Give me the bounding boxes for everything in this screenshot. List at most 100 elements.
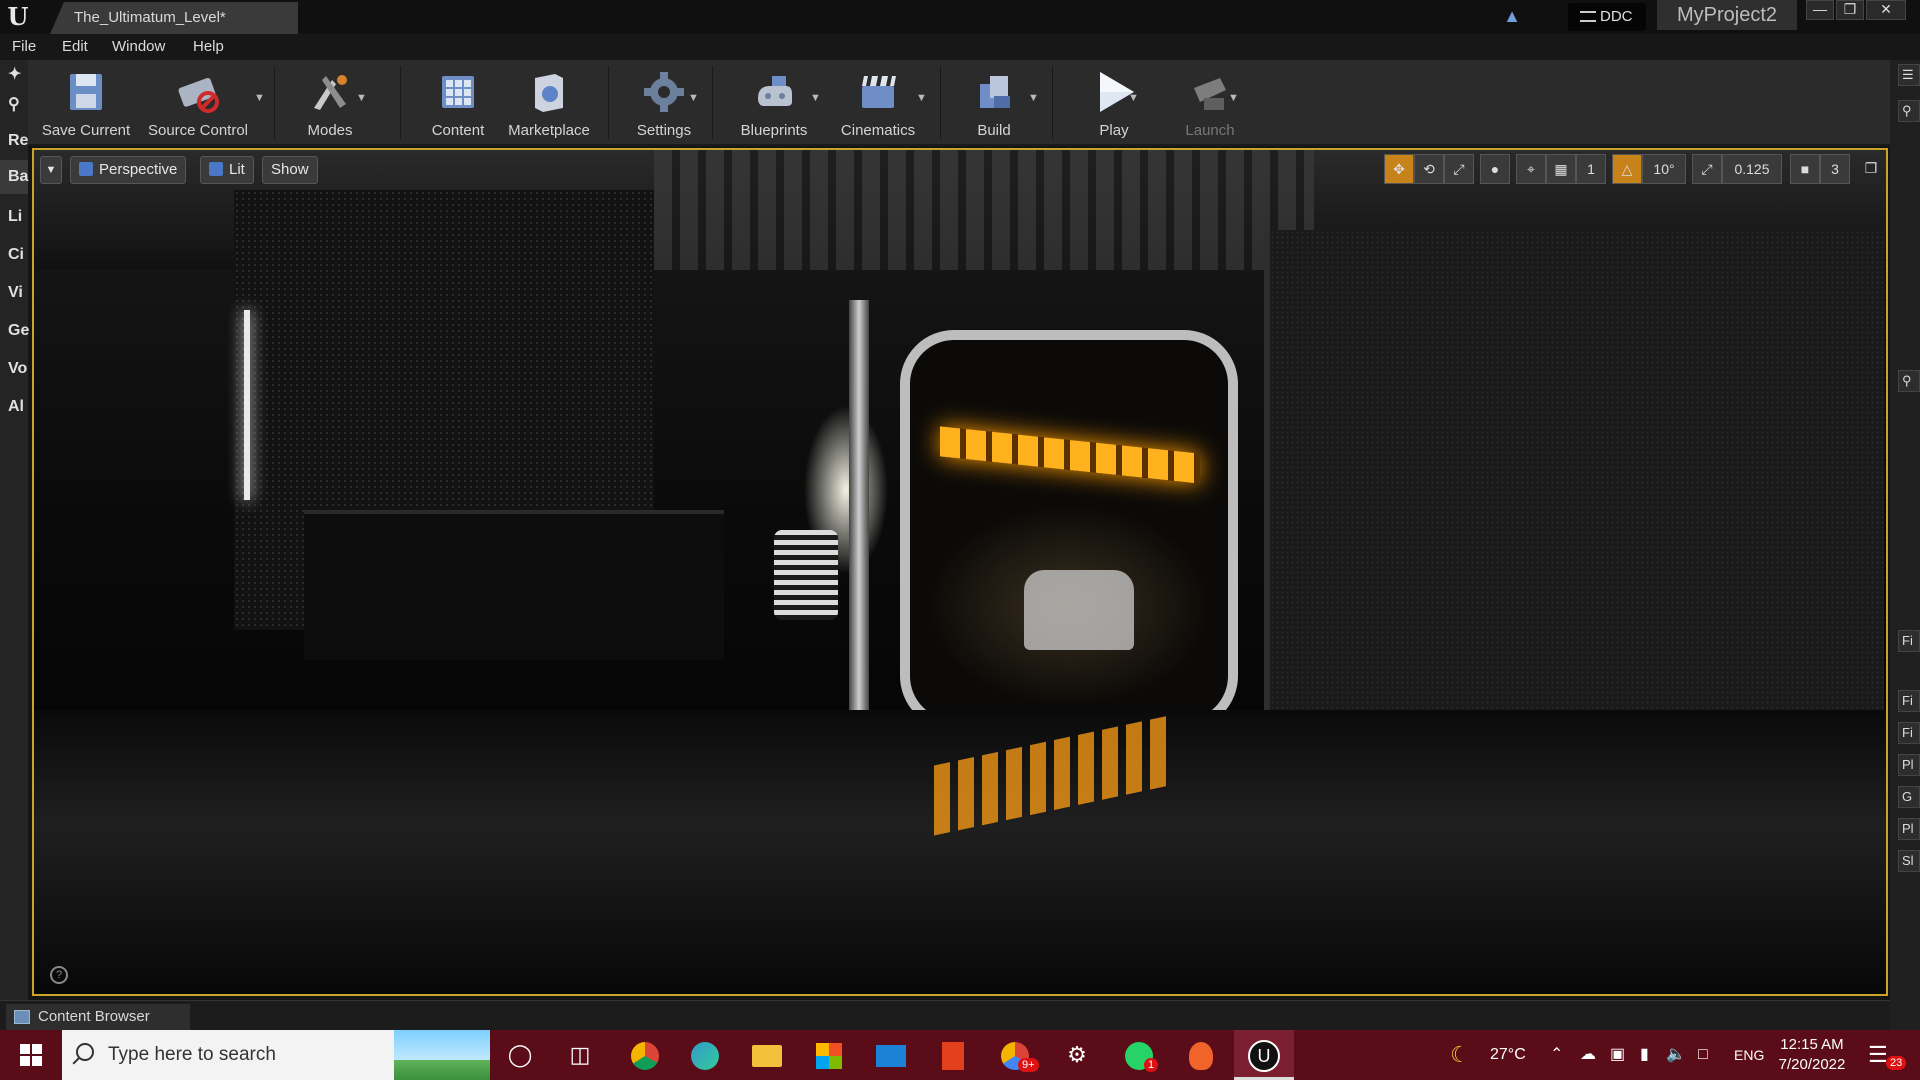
minimize-button[interactable]: — bbox=[1806, 0, 1834, 20]
world-local-icon[interactable]: ● bbox=[1480, 154, 1510, 184]
left-item-recent[interactable]: Re bbox=[8, 132, 28, 150]
meet-icon[interactable]: ▣ bbox=[1610, 1030, 1625, 1080]
graduation-cap-icon[interactable]: ▲ bbox=[1500, 6, 1524, 28]
rotation-snap-value[interactable]: 10° bbox=[1642, 154, 1686, 184]
scale-snap-value[interactable]: 0.125 bbox=[1722, 154, 1782, 184]
play-button[interactable]: Play bbox=[1064, 60, 1164, 146]
menu-window[interactable]: Window bbox=[112, 34, 165, 60]
left-item-volumes[interactable]: Vo bbox=[8, 360, 27, 378]
grid-size-value[interactable]: 1 bbox=[1576, 154, 1606, 184]
save-icon bbox=[70, 74, 102, 110]
search-placeholder: Type here to search bbox=[108, 1044, 276, 1065]
level-viewport[interactable]: ▼ Perspective Lit Show ✥ ⟲ ⤢ ● ⌖ ▦ 1 △ 1… bbox=[32, 148, 1888, 996]
camera-speed-icon[interactable]: ■ bbox=[1790, 154, 1820, 184]
gear-icon[interactable]: ⚙ bbox=[1052, 1030, 1102, 1080]
source-control-label: Source Control bbox=[147, 122, 249, 139]
right-item-1[interactable]: Fi bbox=[1898, 630, 1920, 652]
clock[interactable]: 12:15 AM 7/20/2022 bbox=[1764, 1035, 1860, 1075]
cloud-icon[interactable]: ☁ bbox=[1580, 1030, 1596, 1080]
cortana-icon[interactable]: ◯ bbox=[500, 1030, 540, 1080]
play-label: Play bbox=[1099, 122, 1129, 139]
left-item-all-classes[interactable]: Al bbox=[8, 398, 24, 416]
whatsapp-icon[interactable]: 1 bbox=[1114, 1030, 1164, 1080]
settings-label: Settings bbox=[636, 122, 692, 139]
save-current-button[interactable]: Save Current bbox=[36, 60, 136, 146]
network-icon[interactable]: □ bbox=[1698, 1030, 1708, 1080]
cinematics-button[interactable]: Cinematics bbox=[828, 60, 928, 146]
surface-snap-icon[interactable]: ⌖ bbox=[1516, 154, 1546, 184]
office-icon[interactable] bbox=[928, 1030, 978, 1080]
maximize-viewport-icon[interactable]: ❐ bbox=[1860, 154, 1882, 184]
chrome-icon[interactable] bbox=[620, 1030, 670, 1080]
chrome-profile-icon[interactable]: 9+ bbox=[990, 1030, 1040, 1080]
content-browser-tab[interactable]: Content Browser bbox=[6, 1004, 190, 1030]
file-explorer-icon[interactable] bbox=[742, 1030, 792, 1080]
rotate-tool-icon[interactable]: ⟲ bbox=[1414, 154, 1444, 184]
translate-tool-icon[interactable]: ✥ bbox=[1384, 154, 1414, 184]
left-item-lights[interactable]: Li bbox=[8, 208, 22, 226]
save-current-label: Save Current bbox=[41, 122, 131, 139]
right-item-6[interactable]: Pl bbox=[1898, 818, 1920, 840]
level-tab[interactable]: The_Ultimatum_Level* bbox=[50, 2, 298, 34]
right-item-3[interactable]: Fi bbox=[1898, 722, 1920, 744]
menu-help[interactable]: Help bbox=[193, 34, 224, 60]
mail-icon[interactable] bbox=[866, 1030, 916, 1080]
right-item-5[interactable]: G bbox=[1898, 786, 1920, 808]
right-item-7[interactable]: Sl bbox=[1898, 850, 1920, 872]
content-button[interactable]: Content bbox=[408, 60, 508, 146]
search-icon[interactable]: ⚲ bbox=[1898, 100, 1920, 122]
moon-icon[interactable]: ☾ bbox=[1450, 1030, 1470, 1080]
close-button[interactable]: ✕ bbox=[1866, 0, 1906, 20]
marketplace-button[interactable]: Marketplace bbox=[494, 60, 604, 146]
right-item-4[interactable]: Pl bbox=[1898, 754, 1920, 776]
left-item-cinematic[interactable]: Ci bbox=[8, 246, 24, 264]
windows-start-icon[interactable] bbox=[10, 1030, 52, 1080]
app-icon[interactable] bbox=[1176, 1030, 1226, 1080]
help-icon[interactable]: ? bbox=[50, 966, 68, 984]
source-control-button[interactable]: Source Control bbox=[140, 60, 256, 146]
source-control-icon bbox=[178, 77, 219, 113]
restore-button[interactable]: ❐ bbox=[1836, 0, 1864, 20]
search-icon[interactable]: ⚲ bbox=[1898, 370, 1920, 392]
chevron-up-icon[interactable]: ⌃ bbox=[1550, 1030, 1563, 1080]
lit-button[interactable]: Lit bbox=[200, 156, 254, 184]
temperature[interactable]: 27°C bbox=[1490, 1030, 1526, 1080]
build-dropdown-icon[interactable]: ▼ bbox=[1028, 92, 1040, 106]
viewport-options-button[interactable]: ▼ bbox=[40, 156, 62, 184]
unreal-engine-taskbar-icon[interactable]: U bbox=[1234, 1030, 1294, 1080]
rotation-snap-icon[interactable]: △ bbox=[1612, 154, 1642, 184]
camera-speed-value[interactable]: 3 bbox=[1820, 154, 1850, 184]
grid-snap-icon[interactable]: ▦ bbox=[1546, 154, 1576, 184]
left-item-visual[interactable]: Vi bbox=[8, 284, 23, 302]
notifications-icon[interactable]: ☰ bbox=[1868, 1030, 1888, 1080]
place-mode-icon[interactable]: ✦ bbox=[8, 64, 21, 84]
scale-tool-icon[interactable]: ⤢ bbox=[1444, 154, 1474, 184]
store-icon[interactable] bbox=[804, 1030, 854, 1080]
list-icon[interactable]: ☰ bbox=[1898, 64, 1920, 86]
cinematics-dropdown-icon[interactable]: ▼ bbox=[916, 92, 928, 106]
play-dropdown-icon[interactable]: ▼ bbox=[1128, 92, 1140, 106]
battery-icon[interactable]: ▮ bbox=[1640, 1030, 1649, 1080]
volume-icon[interactable]: 🔈 bbox=[1666, 1030, 1686, 1080]
ddc-button[interactable]: DDC bbox=[1568, 3, 1646, 31]
right-item-2[interactable]: Fi bbox=[1898, 690, 1920, 712]
left-item-basic[interactable]: Ba bbox=[0, 160, 28, 194]
menu-file[interactable]: File bbox=[12, 34, 36, 60]
scale-snap-icon[interactable]: ⤢ bbox=[1692, 154, 1722, 184]
blueprints-dropdown-icon[interactable]: ▼ bbox=[810, 92, 822, 106]
blueprints-button[interactable]: Blueprints bbox=[724, 60, 824, 146]
search-icon[interactable]: ⚲ bbox=[8, 94, 20, 114]
perspective-button[interactable]: Perspective bbox=[70, 156, 187, 184]
show-button[interactable]: Show bbox=[262, 156, 318, 184]
launch-dropdown-icon[interactable]: ▼ bbox=[1228, 92, 1240, 106]
task-view-icon[interactable]: ◫ bbox=[560, 1030, 600, 1080]
menu-edit[interactable]: Edit bbox=[62, 34, 88, 60]
edge-icon[interactable] bbox=[680, 1030, 730, 1080]
settings-dropdown-icon[interactable]: ▼ bbox=[688, 92, 700, 106]
launch-button[interactable]: Launch bbox=[1160, 60, 1260, 146]
modes-dropdown-icon[interactable]: ▼ bbox=[356, 92, 368, 106]
source-control-dropdown-icon[interactable]: ▼ bbox=[254, 92, 266, 106]
language[interactable]: ENG bbox=[1734, 1030, 1764, 1080]
left-item-geometry[interactable]: Ge bbox=[8, 322, 29, 340]
taskbar-search-input[interactable]: Type here to search bbox=[62, 1030, 490, 1080]
